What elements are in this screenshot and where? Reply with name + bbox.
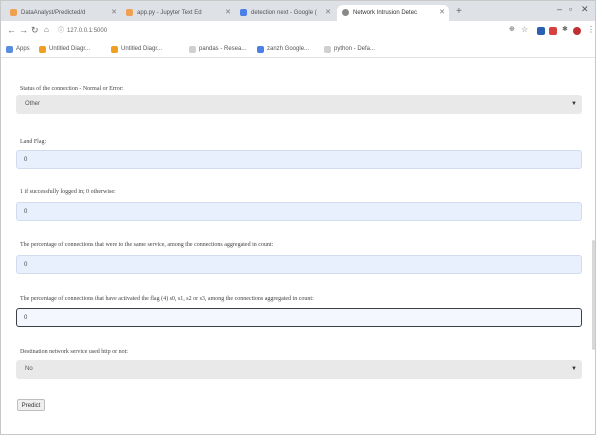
land-flag-value: 0 [24,157,28,163]
http-service-select[interactable]: No ▼ [16,360,582,379]
maximize-icon[interactable]: ▫ [569,4,572,14]
bookmarks-bar: Apps Untitled Diagr... Untitled Diagr...… [1,41,595,58]
chevron-down-icon: ▼ [571,366,577,372]
new-tab-icon[interactable]: + [456,6,462,17]
minimize-icon[interactable]: – [557,4,562,14]
same-service-rate-input[interactable]: 0 [16,255,582,274]
home-icon[interactable]: ⌂ [44,25,49,34]
close-tab-icon[interactable]: ✕ [325,5,331,21]
window-close-icon[interactable]: ✕ [581,4,589,15]
bookmark-label: python - Defa... [334,46,376,52]
predict-button[interactable]: Predict [17,399,45,411]
close-tab-icon[interactable]: ✕ [439,5,445,21]
status-select[interactable]: Other ▼ [16,95,582,114]
logged-in-label: 1 if successfully logged in; 0 otherwise… [20,189,116,195]
bookmark-pandas[interactable]: pandas - Resea... [189,43,246,55]
apps-grid-icon [6,46,13,53]
info-icon: ⓘ [58,28,65,34]
menu-kebab-icon[interactable]: ⋮ [587,25,595,34]
logged-in-value: 0 [24,209,28,215]
bookmark-google[interactable]: zanzh Google... [257,43,309,55]
star-icon[interactable]: ☆ [521,25,528,34]
bookmark-page-icon [189,46,196,53]
tab-app-py[interactable]: app.py - Jupyter Text Ed ✕ [121,5,235,21]
tab-google-search[interactable]: detection next - Google ( ✕ [235,5,335,21]
chevron-down-icon: ▼ [571,101,577,107]
http-service-label: Destination network service used http or… [20,349,128,355]
http-service-select-value: No [25,366,33,372]
jupyter-favicon-icon [126,9,133,16]
profile-avatar-icon[interactable] [573,27,581,35]
flag-rate-value: 0 [24,315,28,321]
tab-label: Network Intrusion Detec [353,10,418,16]
extension-icon[interactable] [537,27,545,35]
extension-icon[interactable] [549,27,557,35]
tab-label: app.py - Jupyter Text Ed [137,10,202,16]
reload-icon[interactable]: ↻ [31,25,39,36]
close-tab-icon[interactable]: ✕ [225,5,231,21]
back-icon[interactable]: ← [7,25,16,35]
logged-in-input[interactable]: 0 [16,202,582,221]
status-label: Status of the connection - Normal or Err… [20,86,124,92]
tab-strip: DataAnalyst/Predicted/d ✕ app.py - Jupyt… [1,1,595,21]
land-flag-input[interactable]: 0 [16,150,582,169]
forward-icon[interactable]: → [19,25,28,35]
google-docs-icon [257,46,264,53]
jupyter-favicon-icon [10,9,17,16]
address-bar[interactable]: ⓘ 127.0.0.1:5000 [58,25,478,37]
globe-icon [342,9,349,16]
url-text: 127.0.0.1:5000 [67,28,108,34]
same-service-rate-value: 0 [24,262,28,268]
close-tab-icon[interactable]: ✕ [111,5,117,21]
land-flag-label: Land Flag: [20,139,47,145]
extensions-puzzle-icon[interactable]: ✱ [562,25,568,33]
tab-network-intrusion[interactable]: Network Intrusion Detec ✕ [337,5,449,21]
bookmark-label: Untitled Diagr... [121,46,163,52]
google-docs-icon [240,9,247,16]
page-scrollbar[interactable] [592,240,595,350]
tab-jupyter-files[interactable]: DataAnalyst/Predicted/d ✕ [5,5,121,21]
bookmark-label: Apps [16,46,30,52]
flag-rate-label: The percentage of connections that have … [20,296,314,302]
browser-toolbar: ← → ↻ ⌂ ⓘ 127.0.0.1:5000 ⊕ ☆ ✱ ⋮ [1,21,595,41]
bookmark-label: zanzh Google... [267,46,310,52]
status-select-value: Other [25,101,41,107]
bookmark-label: pandas - Resea... [199,46,247,52]
zoom-icon[interactable]: ⊕ [509,25,515,33]
bookmark-untitled-diagram-1[interactable]: Untitled Diagr... [39,43,90,55]
same-service-rate-label: The percentage of connections that were … [20,242,274,248]
bookmark-label: Untitled Diagr... [49,46,91,52]
bookmark-untitled-diagram-2[interactable]: Untitled Diagr... [111,43,162,55]
bookmark-python[interactable]: python - Defa... [324,43,375,55]
bookmark-apps[interactable]: Apps [6,43,30,55]
bookmark-page-icon [324,46,331,53]
drawio-icon [111,46,118,53]
tab-label: DataAnalyst/Predicted/d [21,10,86,16]
flag-rate-input[interactable]: 0 [16,308,582,327]
tab-label: detection next - Google ( [251,10,317,16]
drawio-icon [39,46,46,53]
